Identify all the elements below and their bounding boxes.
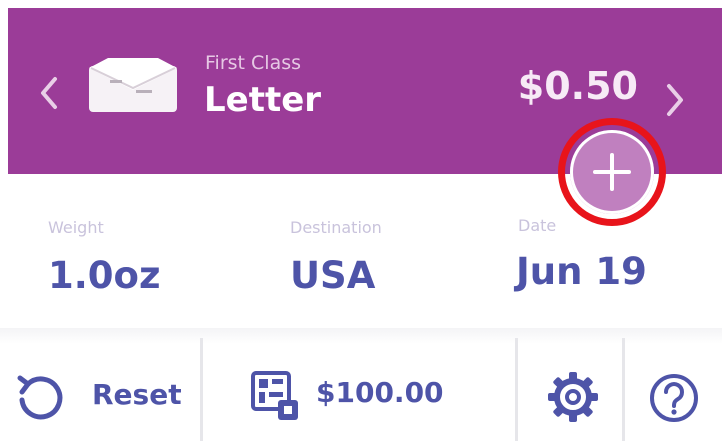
destination-value[interactable]: USA <box>290 254 375 297</box>
balance-label: $100.00 <box>316 376 444 409</box>
weight-label: Weight <box>48 218 104 237</box>
postage-screen: First Class Letter $0.50 Weight 1.0oz De… <box>0 0 722 441</box>
reset-label: Reset <box>92 378 182 411</box>
gear-icon[interactable] <box>546 370 600 428</box>
toolbar-divider <box>0 328 722 344</box>
date-label: Date <box>518 216 557 235</box>
chevron-left-icon[interactable] <box>38 75 60 111</box>
envelope-icon <box>88 56 178 114</box>
toolbar-separator <box>622 338 625 441</box>
add-button[interactable] <box>570 130 654 214</box>
meter-icon <box>250 370 300 426</box>
service-class-label: First Class <box>205 52 302 74</box>
postage-price: $0.50 <box>517 64 638 108</box>
toolbar-separator <box>515 338 518 441</box>
plus-icon <box>593 153 631 191</box>
reset-icon <box>14 372 66 428</box>
date-value[interactable]: Jun 19 <box>516 250 647 293</box>
chevron-right-icon[interactable] <box>664 82 686 118</box>
help-icon[interactable] <box>648 372 700 428</box>
weight-value[interactable]: 1.0oz <box>48 254 161 297</box>
service-name: Letter <box>204 80 322 120</box>
toolbar-separator <box>200 338 203 441</box>
destination-label: Destination <box>290 218 382 237</box>
